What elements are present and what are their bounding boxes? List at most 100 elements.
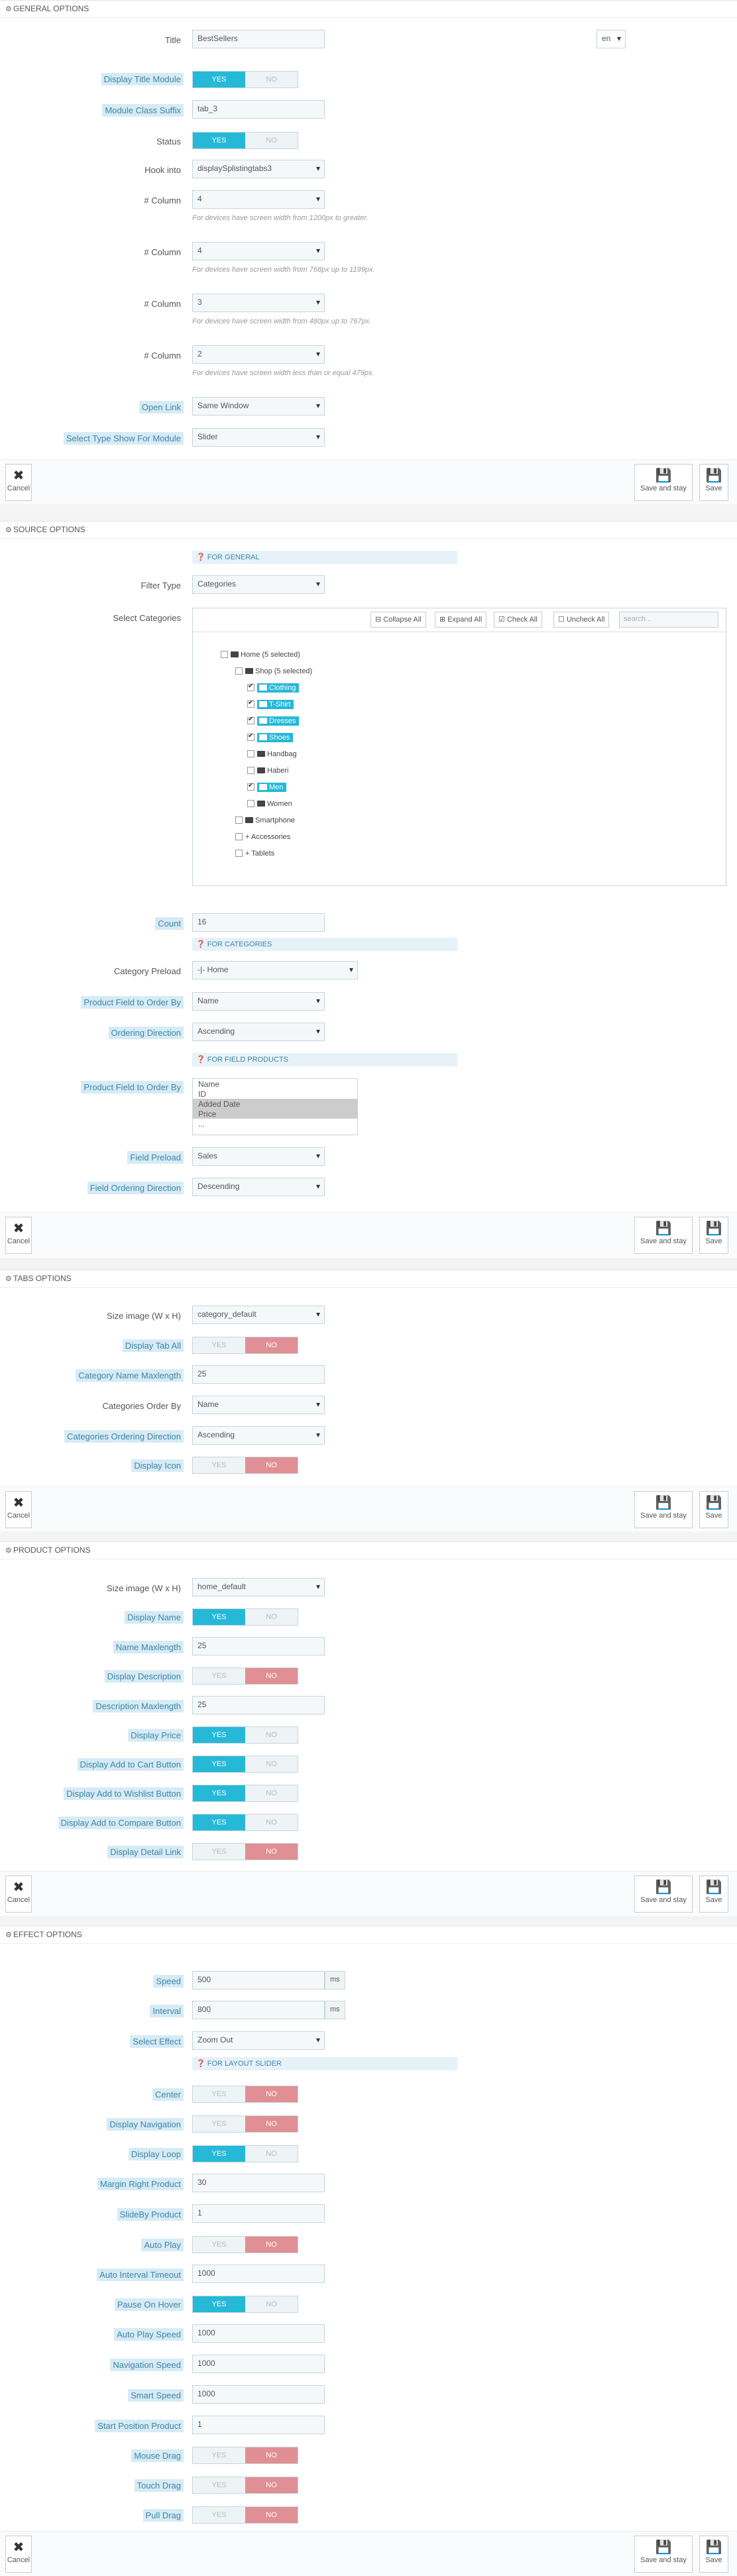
product-size-image-select[interactable]: home_default [192, 1578, 325, 1596]
toggle-no[interactable]: NO [245, 2507, 298, 2523]
tree-node-shoes[interactable]: Shoes [247, 732, 294, 742]
slideby-input[interactable]: 1 [192, 2204, 325, 2223]
toggle-no[interactable]: NO [245, 1815, 298, 1830]
toggle-yes[interactable]: YES [193, 1844, 245, 1860]
toggle-no[interactable]: NO [245, 1727, 298, 1743]
title-input[interactable]: BestSellers [192, 30, 325, 48]
display-loop-toggle[interactable]: YES NO [192, 2145, 298, 2162]
toggle-no[interactable]: NO [245, 1609, 298, 1625]
option-added-date[interactable]: Added Date [193, 1099, 357, 1109]
toggle-no[interactable]: NO [245, 1337, 298, 1353]
column-sm-select[interactable]: 3 [192, 294, 325, 312]
tree-node-haberi[interactable]: Haberi [247, 767, 288, 775]
checkbox[interactable] [235, 833, 243, 840]
display-price-toggle[interactable]: YES NO [192, 1726, 298, 1744]
toggle-yes[interactable]: YES [193, 2296, 245, 2312]
toggle-no[interactable]: NO [245, 1457, 298, 1473]
checkbox[interactable] [247, 732, 255, 741]
column-md-select[interactable]: 4 [192, 242, 325, 260]
mouse-drag-toggle[interactable]: YES NO [192, 2447, 298, 2464]
toggle-no[interactable]: NO [245, 133, 298, 148]
option-name[interactable]: Name [193, 1079, 357, 1089]
nav-speed-input[interactable]: 1000 [192, 2355, 325, 2373]
tree-node-tshirt[interactable]: T-Shirt [247, 699, 294, 709]
toggle-yes[interactable]: YES [193, 1457, 245, 1473]
name-max-input[interactable]: 25 [192, 1637, 325, 1655]
toggle-no[interactable]: NO [245, 72, 298, 87]
toggle-yes[interactable]: YES [193, 72, 245, 87]
field-ordering-select[interactable]: Descending [192, 1178, 325, 1196]
ordering-direction-select[interactable]: Ascending [192, 1023, 325, 1041]
add-cart-toggle[interactable]: YES NO [192, 1756, 298, 1773]
toggle-no[interactable]: NO [245, 1756, 298, 1772]
toggle-no[interactable]: NO [245, 2237, 298, 2253]
count-input[interactable]: 16 [192, 913, 325, 932]
tree-node-tablets[interactable]: + Tablets [235, 850, 274, 858]
checkbox[interactable] [247, 782, 255, 791]
add-wishlist-toggle[interactable]: YES NO [192, 1785, 298, 1802]
uncheck-all-button[interactable]: ☐ Uncheck All [553, 612, 610, 628]
cat-dir-select[interactable]: Ascending [192, 1426, 325, 1445]
checkbox[interactable] [235, 850, 243, 857]
toggle-yes[interactable]: YES [193, 1727, 245, 1743]
toggle-yes[interactable]: YES [193, 1337, 245, 1353]
status-toggle[interactable]: YES NO [192, 132, 298, 149]
save-and-stay-button[interactable]: 💾 Save and stay [634, 2536, 693, 2573]
tree-node-handbag[interactable]: Handbag [247, 750, 297, 758]
center-toggle[interactable]: YES NO [192, 2086, 298, 2103]
cancel-button[interactable]: ✖ Cancel [5, 1876, 32, 1913]
option-price[interactable]: Price [193, 1109, 357, 1119]
save-and-stay-button[interactable]: 💾 Save and stay [634, 464, 693, 501]
save-and-stay-button[interactable]: 💾 Save and stay [634, 1217, 693, 1254]
tree-node-home[interactable]: Home (5 selected) [221, 651, 300, 659]
toggle-yes[interactable]: YES [193, 1668, 245, 1684]
checkbox[interactable] [247, 767, 255, 774]
cat-name-max-input[interactable]: 25 [192, 1365, 325, 1384]
toggle-yes[interactable]: YES [193, 2237, 245, 2253]
save-button[interactable]: 💾 Save [699, 2536, 728, 2573]
tree-node-accessories[interactable]: + Accessories [235, 833, 290, 841]
cancel-button[interactable]: ✖ Cancel [5, 1491, 32, 1528]
product-field-select[interactable]: Name [192, 992, 325, 1011]
smart-speed-input[interactable]: 1000 [192, 2385, 325, 2404]
cancel-button[interactable]: ✖ Cancel [5, 464, 32, 501]
option-more[interactable]: ... [193, 1119, 357, 1129]
interval-input[interactable]: 800 [192, 2001, 325, 2019]
save-button[interactable]: 💾 Save [699, 1876, 728, 1913]
checkbox[interactable] [247, 683, 255, 691]
add-compare-toggle[interactable]: YES NO [192, 1814, 298, 1831]
tree-search-input[interactable]: search... [619, 612, 718, 628]
cat-order-select[interactable]: Name [192, 1396, 325, 1414]
tree-node-clothing[interactable]: Clothing [247, 683, 300, 693]
display-nav-toggle[interactable]: YES NO [192, 2115, 298, 2133]
pull-drag-toggle[interactable]: YES NO [192, 2506, 298, 2524]
checkbox[interactable] [221, 651, 228, 658]
toggle-yes[interactable]: YES [193, 2086, 245, 2102]
toggle-no[interactable]: NO [245, 2447, 298, 2463]
toggle-no[interactable]: NO [245, 2296, 298, 2312]
margin-right-input[interactable]: 30 [192, 2174, 325, 2192]
checkbox[interactable] [235, 816, 243, 824]
tree-node-women[interactable]: Women [247, 800, 292, 808]
desc-max-input[interactable]: 25 [192, 1696, 325, 1714]
checkbox[interactable] [247, 800, 255, 807]
cancel-button[interactable]: ✖ Cancel [5, 2536, 32, 2573]
select-effect-select[interactable]: Zoom Out [192, 2031, 325, 2050]
toggle-yes[interactable]: YES [193, 2477, 245, 2493]
save-and-stay-button[interactable]: 💾 Save and stay [634, 1876, 693, 1913]
column-xs-select[interactable]: 2 [192, 345, 325, 364]
touch-drag-toggle[interactable]: YES NO [192, 2477, 298, 2494]
language-select[interactable]: en [596, 30, 626, 48]
toggle-no[interactable]: NO [245, 2146, 298, 2162]
toggle-no[interactable]: NO [245, 2086, 298, 2102]
option-id[interactable]: ID [193, 1089, 357, 1099]
field-preload-select[interactable]: Sales [192, 1147, 325, 1166]
display-icon-toggle[interactable]: YES NO [192, 1457, 298, 1474]
start-pos-input[interactable]: 1 [192, 2416, 325, 2434]
tree-node-smartphone[interactable]: Smartphone [235, 816, 295, 824]
toggle-yes[interactable]: YES [193, 1785, 245, 1801]
toggle-yes[interactable]: YES [193, 1609, 245, 1625]
open-link-select[interactable]: Same Window [192, 397, 325, 416]
toggle-yes[interactable]: YES [193, 1815, 245, 1830]
auto-play-speed-input[interactable]: 1000 [192, 2324, 325, 2343]
